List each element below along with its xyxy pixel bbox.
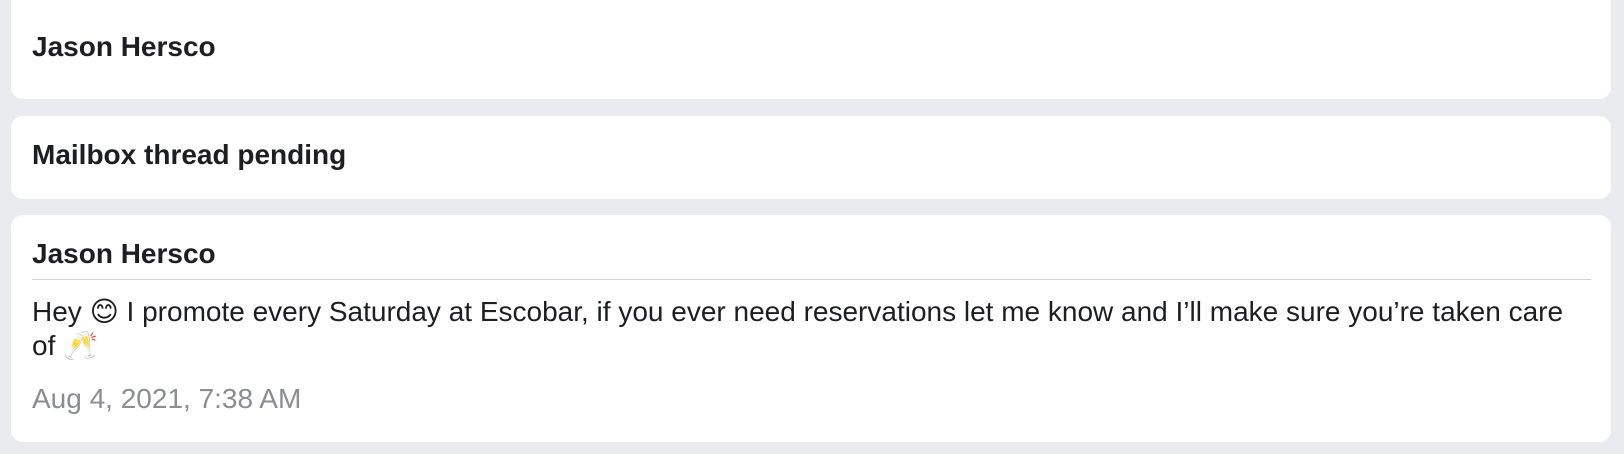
participant-name: Jason Hersco (32, 31, 216, 62)
message-timestamp: Aug 4, 2021, 7:38 AM (32, 383, 302, 414)
divider (32, 279, 1591, 280)
thread-status-card: Mailbox thread pending (11, 116, 1611, 199)
message-sender: Jason Hersco (32, 238, 216, 269)
message-body: Hey 😊 I promote every Saturday at Escoba… (32, 296, 1564, 361)
thread-status-label: Mailbox thread pending (32, 139, 347, 170)
message-card: Jason Hersco Hey 😊 I promote every Satur… (11, 215, 1611, 442)
thread-header-card: Jason Hersco (11, 0, 1611, 99)
